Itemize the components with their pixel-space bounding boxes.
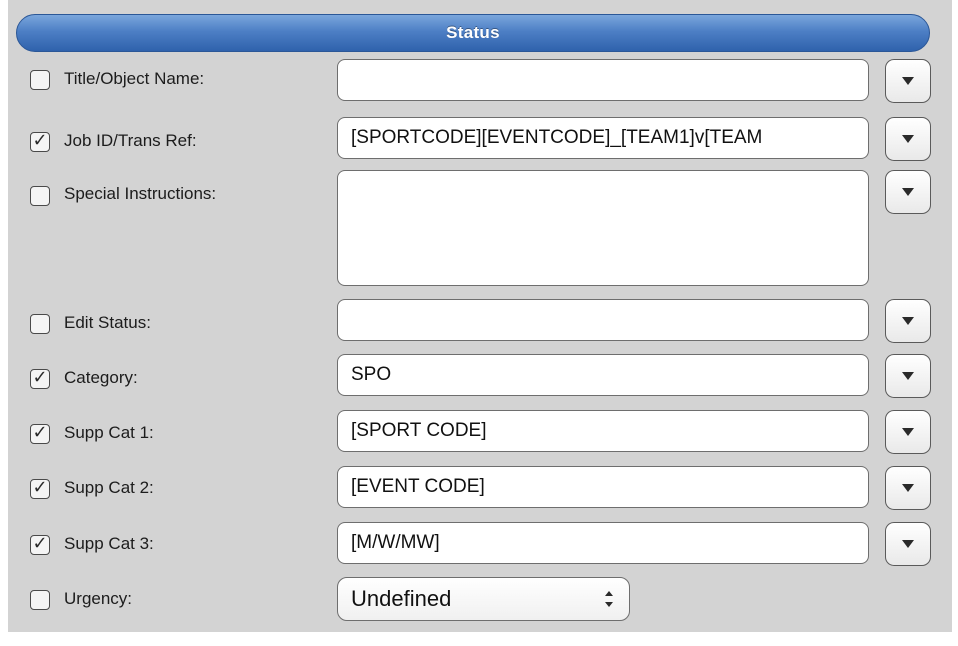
special-instructions-checkbox[interactable]	[30, 186, 50, 206]
triangle-down-icon	[902, 135, 914, 143]
job-id-trans-ref-label: Job ID/Trans Ref:	[64, 131, 197, 150]
supp-cat-3-dropdown-button[interactable]	[885, 522, 931, 566]
supp-cat-1-label: Supp Cat 1:	[64, 423, 154, 442]
triangle-down-icon	[902, 77, 914, 85]
job-id-trans-ref-checkbox[interactable]: ✓	[30, 132, 50, 152]
urgency-label: Urgency:	[64, 589, 133, 608]
triangle-down-icon	[902, 428, 914, 436]
special-instructions-dropdown-button[interactable]	[885, 170, 931, 214]
urgency-selected-value: Undefined	[351, 586, 452, 611]
supp-cat-2-label: Supp Cat 2:	[64, 478, 154, 497]
urgency-select[interactable]: Undefined	[337, 577, 630, 621]
triangle-down-icon	[902, 317, 914, 325]
job-id-trans-ref-field[interactable]: [SPORTCODE][EVENTCODE]_[TEAM1]v[TEAM	[337, 117, 869, 159]
supp-cat-3-field[interactable]: [M/W/MW]	[337, 522, 869, 564]
title-object-name-dropdown-button[interactable]	[885, 59, 931, 103]
job-id-trans-ref-dropdown-button[interactable]	[885, 117, 931, 161]
title-object-name-checkbox[interactable]	[30, 70, 50, 90]
category-dropdown-button[interactable]	[885, 354, 931, 398]
supp-cat-2-checkbox[interactable]: ✓	[30, 479, 50, 499]
title-object-name-label: Title/Object Name:	[64, 69, 205, 88]
category-field[interactable]: SPO	[337, 354, 869, 396]
triangle-down-icon	[902, 372, 914, 380]
supp-cat-2-dropdown-button[interactable]	[885, 466, 931, 510]
supp-cat-3-label: Supp Cat 3:	[64, 534, 154, 553]
special-instructions-label: Special Instructions:	[64, 184, 217, 203]
triangle-down-icon	[902, 188, 914, 196]
triangle-down-icon	[902, 540, 914, 548]
status-header: Status	[16, 14, 930, 52]
edit-status-label: Edit Status:	[64, 313, 151, 332]
supp-cat-1-field[interactable]: [SPORT CODE]	[337, 410, 869, 452]
category-label: Category:	[64, 368, 138, 387]
urgency-checkbox[interactable]	[30, 590, 50, 610]
supp-cat-3-checkbox[interactable]: ✓	[30, 535, 50, 555]
triangle-down-icon	[902, 484, 914, 492]
special-instructions-textarea[interactable]	[337, 170, 869, 286]
supp-cat-1-dropdown-button[interactable]	[885, 410, 931, 454]
edit-status-dropdown-button[interactable]	[885, 299, 931, 343]
title-object-name-field[interactable]	[337, 59, 869, 101]
supp-cat-2-field[interactable]: [EVENT CODE]	[337, 466, 869, 508]
category-checkbox[interactable]: ✓	[30, 369, 50, 389]
edit-status-checkbox[interactable]	[30, 314, 50, 334]
edit-status-field[interactable]	[337, 299, 869, 341]
up-down-arrows-icon	[605, 591, 613, 607]
supp-cat-1-checkbox[interactable]: ✓	[30, 424, 50, 444]
